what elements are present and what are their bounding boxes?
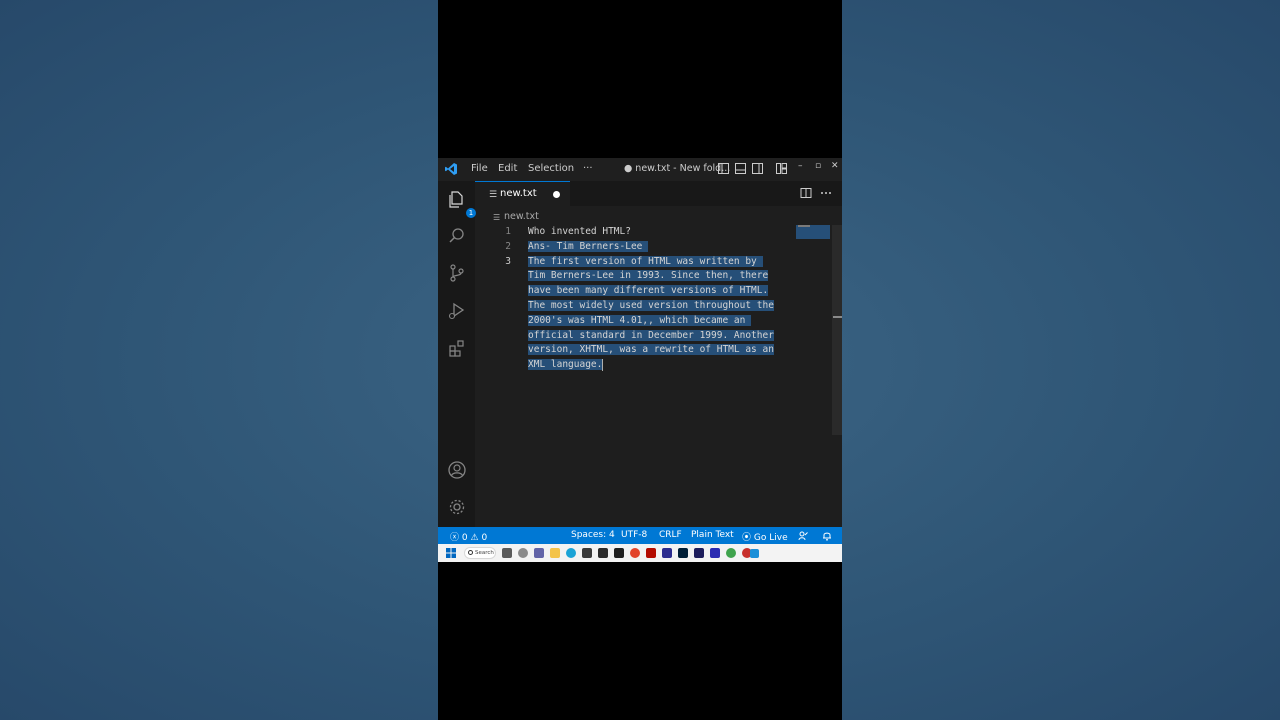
vscode-window: File Edit Selection ··· ● new.txt - New … [438,158,842,562]
line-ending-button[interactable]: CRLF [659,530,682,540]
windows-start-icon[interactable] [446,548,456,558]
vertical-scrollbar[interactable] [832,225,842,435]
menu-more[interactable]: ··· [583,163,593,174]
editor-area[interactable]: 1 2 3 Who invented HTML? Ans- Tim Berner… [475,225,833,527]
tab-label: new.txt [500,188,537,199]
go-live-button[interactable]: ⦿ Go Live [742,530,788,543]
green-app-icon[interactable] [726,548,736,558]
run-debug-icon[interactable] [447,301,467,321]
selected-text: 2000's was HTML 4.01,, which became an [528,314,752,326]
explorer-badge: 1 [466,208,476,218]
code-line: version, XHTML, was a rewrite of HTML as… [528,343,774,358]
split-editor-icon[interactable] [800,187,812,199]
minimap-line [798,225,810,227]
breadcrumb-file[interactable]: new.txt [504,211,539,222]
code-line: official standard in December 1999. Anot… [528,329,774,344]
menu-file[interactable]: File [471,163,488,174]
tab-new-txt[interactable]: ☰ new.txt [475,181,570,206]
windows-taskbar: Search [438,544,842,562]
selected-text: XML language. [528,359,603,371]
selected-text: official standard in December 1999. Anot… [528,329,774,341]
status-bar: ⓧ 0 ⚠ 0 Spaces: 4 UTF-8 CRLF Plain Text … [438,527,842,544]
indentation-button[interactable]: Spaces: 4 [571,530,615,540]
code-line: Tim Berners-Lee in 1993. Since then, the… [528,269,769,284]
selected-text: The first version of HTML was written by [528,255,763,267]
search-icon[interactable] [447,226,467,246]
acrobat-icon[interactable] [646,548,656,558]
after-effects-icon[interactable] [694,548,704,558]
tab-bar: ☰ new.txt [475,181,842,206]
vscode-logo-icon [445,163,457,175]
scrollbar-cursor-marker [833,316,842,318]
line-number: 2 [505,241,511,252]
accounts-icon[interactable] [447,460,467,480]
warning-icon: ⚠ [470,533,479,543]
code-line: The most widely used version throughout … [528,299,774,314]
code-line: The first version of HTML was written by [528,255,763,270]
toggle-secondary-sidebar-icon[interactable] [752,163,763,174]
code-line: have been many different versions of HTM… [528,284,769,299]
error-icon: ⓧ [450,533,460,543]
code-line: 2000's was HTML 4.01,, which became an [528,314,752,329]
text-cursor [602,358,604,371]
search-glass-icon [468,550,473,555]
activity-bar: 1 [438,181,476,527]
vscode-taskbar-icon[interactable] [750,549,759,558]
line-number: 3 [505,256,511,267]
language-mode-button[interactable]: Plain Text [691,530,734,540]
store-icon[interactable] [582,548,592,558]
problems-indicator[interactable]: ⓧ 0 ⚠ 0 [450,530,487,543]
error-count: 0 [461,533,468,543]
taskbar-search-label: Search [475,550,494,556]
task-view-icon[interactable] [502,548,512,558]
window-title: ● new.txt - New fold... [624,163,731,174]
code-line: Who invented HTML? [528,225,631,240]
feedback-icon[interactable] [798,531,808,541]
unsaved-dot-icon[interactable] [553,191,560,198]
selected-text: version, XHTML, was a rewrite of HTML as… [528,344,774,356]
line-number: 1 [505,226,511,237]
broadcast-icon: ⦿ [742,533,752,543]
title-bar: File Edit Selection ··· ● new.txt - New … [438,158,842,181]
edge-icon[interactable] [566,548,576,558]
settings-app-icon[interactable] [598,548,608,558]
code-line: Ans- Tim Berners-Lee [528,240,649,255]
selected-text: The most widely used version throughout … [528,300,774,311]
breadcrumb-file-icon: ☰ [493,213,501,222]
adobe-app-icon[interactable] [710,548,720,558]
minimap-selection[interactable] [796,225,830,239]
code-text: Who invented HTML? [528,226,631,237]
toggle-panel-icon[interactable] [735,163,746,174]
files-icon [449,191,463,208]
selected-text: have been many different versions of HTM… [528,285,769,297]
explorer-button[interactable]: 1 [447,189,476,218]
selected-text: Tim Berners-Lee in 1993. Since then, the… [528,270,769,282]
chrome-icon[interactable] [630,548,640,558]
maximize-button[interactable]: ▫ [815,161,821,171]
close-button[interactable]: ✕ [831,161,839,171]
warning-count: 0 [481,533,488,543]
minimize-button[interactable]: – [798,161,803,171]
code-line: XML language. [528,358,604,373]
toggle-primary-sidebar-icon[interactable] [718,163,729,174]
menu-selection[interactable]: Selection [528,163,574,174]
extensions-icon[interactable] [447,338,467,358]
go-live-label: Go Live [753,533,788,543]
menu-edit[interactable]: Edit [498,163,517,174]
gear-icon[interactable] [447,497,467,517]
text-file-icon: ☰ [489,190,498,200]
more-actions-icon[interactable] [820,187,832,199]
photoshop-icon[interactable] [678,548,688,558]
premiere-icon[interactable] [662,548,672,558]
source-control-icon[interactable] [447,263,467,283]
chat-icon[interactable] [534,548,544,558]
customize-layout-icon[interactable] [776,163,787,174]
encoding-button[interactable]: UTF-8 [621,530,647,540]
widgets-icon[interactable] [518,548,528,558]
file-explorer-icon[interactable] [550,548,560,558]
terminal-icon[interactable] [614,548,624,558]
bell-icon[interactable] [822,530,832,541]
selected-text: Ans- Tim Berners-Lee [528,240,649,252]
